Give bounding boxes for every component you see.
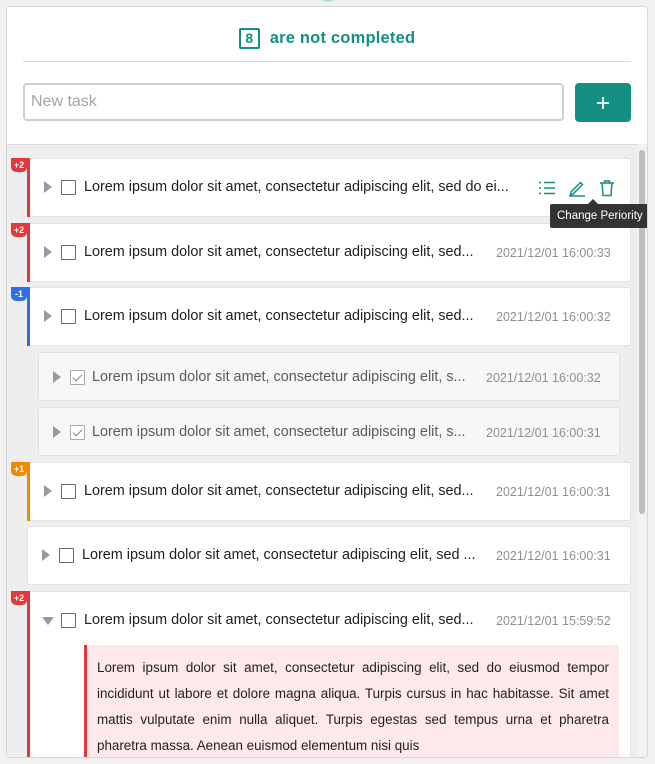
task-timestamp: 2021/12/01 16:00:31 (496, 549, 611, 563)
pending-count-badge: 8 (238, 27, 260, 49)
task-title[interactable]: Lorem ipsum dolor sit amet, consectetur … (84, 244, 489, 260)
priority-accent-bar (27, 287, 30, 346)
triangle-down-icon[interactable] (42, 617, 54, 625)
priority-badge: +2 (11, 158, 27, 172)
header: 8 are not completed (7, 7, 647, 145)
priority-accent-bar (27, 591, 30, 757)
triangle-right-icon[interactable] (44, 181, 52, 193)
task-timestamp: 2021/12/01 16:00:31 (496, 485, 611, 499)
subtask-item[interactable]: Lorem ipsum dolor sit amet, consectetur … (38, 407, 620, 456)
task-item[interactable]: Lorem ipsum dolor sit amet, consectetur … (27, 223, 631, 282)
task-timestamp: 2021/12/01 15:59:52 (496, 614, 611, 628)
task-checkbox-checked[interactable] (70, 370, 85, 385)
task-title[interactable]: Lorem ipsum dolor sit amet, consectetur … (82, 547, 490, 563)
priority-badge: -1 (11, 287, 27, 301)
task-timestamp: 2021/12/01 16:00:31 (486, 426, 601, 440)
task-title[interactable]: Lorem ipsum dolor sit amet, consectetur … (92, 369, 480, 385)
task-timestamp: 2021/12/01 16:00:32 (486, 371, 601, 385)
task-actions (538, 179, 616, 197)
task-checkbox[interactable] (61, 484, 76, 499)
plus-icon (597, 96, 609, 109)
priority-badge: +1 (11, 462, 27, 476)
task-title[interactable]: Lorem ipsum dolor sit amet, consectetur … (84, 308, 489, 324)
task-checkbox[interactable] (61, 613, 76, 628)
top-decoration (318, 0, 338, 2)
triangle-right-icon[interactable] (44, 310, 52, 322)
scrollbar[interactable] (637, 144, 647, 757)
task-item[interactable]: Lorem ipsum dolor sit amet, consectetur … (27, 158, 631, 217)
task-title[interactable]: Lorem ipsum dolor sit amet, consectetur … (84, 483, 489, 499)
pending-count-label: are not completed (269, 28, 416, 47)
priority-badge: +2 (11, 223, 27, 237)
pending-counter: 8 are not completed (7, 25, 647, 51)
task-item[interactable]: Lorem ipsum dolor sit amet, consectetur … (27, 526, 631, 585)
task-title[interactable]: Lorem ipsum dolor sit amet, consectetur … (84, 179, 524, 195)
subtask-item[interactable]: Lorem ipsum dolor sit amet, consectetur … (38, 352, 620, 401)
todo-panel: 8 are not completed Lorem ipsum dolor si… (6, 6, 648, 758)
priority-badge: +2 (11, 591, 27, 605)
task-checkbox[interactable] (59, 548, 74, 563)
task-title[interactable]: Lorem ipsum dolor sit amet, consectetur … (92, 424, 480, 440)
triangle-right-icon[interactable] (44, 246, 52, 258)
header-divider (23, 61, 631, 62)
priority-accent-bar (27, 223, 30, 282)
triangle-right-icon[interactable] (44, 485, 52, 497)
new-task-input[interactable] (23, 83, 564, 121)
add-task-button[interactable] (575, 83, 631, 122)
triangle-right-icon[interactable] (53, 371, 61, 383)
task-timestamp: 2021/12/01 16:00:33 (496, 246, 611, 260)
task-checkbox-checked[interactable] (70, 425, 85, 440)
priority-accent-bar (27, 462, 30, 521)
task-checkbox[interactable] (61, 180, 76, 195)
change-priority-tooltip: Change Periority (550, 199, 647, 228)
task-checkbox[interactable] (61, 309, 76, 324)
task-title[interactable]: Lorem ipsum dolor sit amet, consectetur … (84, 612, 489, 628)
pencil-icon[interactable] (568, 179, 586, 197)
triangle-right-icon[interactable] (53, 426, 61, 438)
triangle-right-icon[interactable] (42, 549, 50, 561)
task-description: Lorem ipsum dolor sit amet, consectetur … (84, 645, 619, 757)
trash-icon[interactable] (598, 179, 616, 197)
task-list: Lorem ipsum dolor sit amet, consectetur … (7, 144, 647, 757)
task-checkbox[interactable] (61, 245, 76, 260)
task-timestamp: 2021/12/01 16:00:32 (496, 310, 611, 324)
task-item[interactable]: Lorem ipsum dolor sit amet, consectetur … (27, 462, 631, 521)
priority-accent-bar (27, 158, 30, 217)
task-item[interactable]: Lorem ipsum dolor sit amet, consectetur … (27, 287, 631, 346)
list-icon[interactable] (538, 179, 556, 197)
